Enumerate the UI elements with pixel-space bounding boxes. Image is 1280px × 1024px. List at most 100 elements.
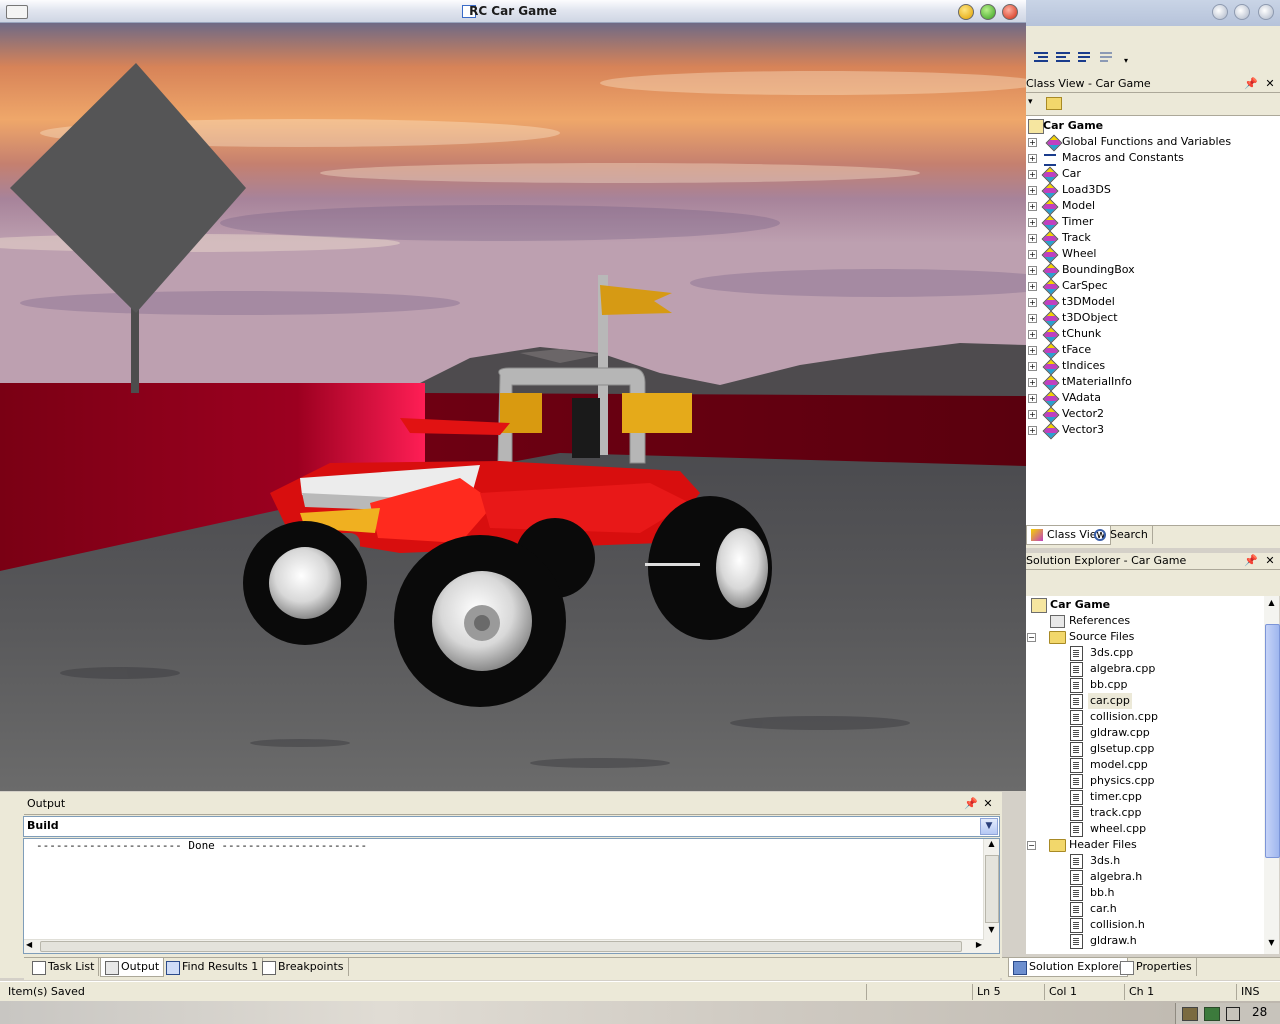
output-hscroll[interactable]: ◀ ▶ — [24, 939, 984, 953]
taskbar: 28 — [0, 1001, 1280, 1024]
class-icon — [1041, 166, 1059, 184]
clock[interactable]: 28 — [1252, 1005, 1267, 1019]
breakpoints-icon — [262, 961, 276, 975]
status-message: Item(s) Saved — [8, 985, 85, 998]
maximize-icon[interactable] — [1234, 4, 1250, 20]
class-icon — [1042, 310, 1060, 328]
chevron-down-icon[interactable]: ▼ — [980, 818, 998, 835]
expand-icon[interactable]: + — [1028, 282, 1037, 291]
references-label: References — [1069, 614, 1131, 627]
outdent-icon[interactable] — [1056, 50, 1072, 64]
expand-icon[interactable]: + — [1028, 154, 1037, 163]
expand-icon[interactable]: + — [1028, 394, 1037, 403]
expand-icon[interactable]: + — [1028, 138, 1037, 147]
scroll-up-icon[interactable]: ▲ — [1265, 598, 1278, 612]
file-label: glsetup.cpp — [1090, 742, 1155, 755]
expand-icon[interactable]: + — [1028, 346, 1037, 355]
output-source-select[interactable]: Build ▼ — [23, 816, 1000, 837]
class-view-item-label: tFace — [1062, 343, 1092, 356]
expand-icon[interactable]: + — [1028, 186, 1037, 195]
file-icon — [1070, 646, 1083, 661]
status-empty-cell — [866, 984, 971, 1000]
uncomment-icon[interactable] — [1100, 50, 1116, 64]
scroll-down-icon[interactable]: ▼ — [1265, 938, 1278, 952]
file-icon — [1070, 934, 1083, 949]
solution-explorer-tree: Car Game References − Source Files 3ds.c… — [1026, 596, 1264, 954]
expand-icon[interactable]: + — [1028, 330, 1037, 339]
volume-icon[interactable] — [1226, 1007, 1240, 1021]
game-window-titlebar: RC Car Game — [0, 0, 1026, 23]
solution-root-label: Car Game — [1050, 598, 1111, 611]
comment-icon[interactable] — [1078, 50, 1094, 64]
expand-icon[interactable]: + — [1028, 426, 1037, 435]
solution-explorer-title: Solution Explorer - Car Game — [1026, 554, 1187, 567]
tab-breakpoints[interactable]: Breakpoints — [258, 958, 349, 976]
class-view-item-label: Car — [1062, 167, 1081, 180]
tab-properties[interactable]: Properties — [1116, 958, 1197, 976]
tab-find-results[interactable]: Find Results 1 — [162, 958, 264, 976]
output-title: Output — [27, 797, 66, 810]
class-view-item-label: CarSpec — [1062, 279, 1108, 292]
scroll-right-icon[interactable]: ▶ — [976, 940, 982, 949]
maximize-icon[interactable] — [980, 4, 996, 20]
output-text-area[interactable]: ---------------------- Done ------------… — [23, 838, 1000, 954]
expand-icon[interactable]: + — [1028, 410, 1037, 419]
globals-icon — [1045, 134, 1063, 152]
minimize-icon[interactable] — [958, 4, 974, 20]
tab-solution-explorer[interactable]: Solution Explorer — [1008, 958, 1129, 977]
game-window-title: RC Car Game — [469, 4, 557, 18]
expand-icon[interactable]: + — [1028, 202, 1037, 211]
expand-icon[interactable]: + — [1028, 250, 1037, 259]
collapse-icon[interactable]: − — [1027, 841, 1036, 850]
class-icon — [1041, 230, 1059, 248]
minimize-icon[interactable] — [1212, 4, 1228, 20]
close-icon[interactable] — [1002, 4, 1018, 20]
expand-icon[interactable]: + — [1028, 362, 1037, 371]
file-label: gldraw.h — [1090, 934, 1137, 947]
expand-icon[interactable]: + — [1028, 266, 1037, 275]
solution-explorer-scrollbar[interactable]: ▲ ▼ — [1264, 596, 1280, 954]
tab-search[interactable]: Search — [1090, 526, 1153, 544]
output-vscroll[interactable]: ▲ ▼ — [983, 839, 999, 953]
file-icon — [1070, 854, 1083, 869]
class-icon — [1042, 374, 1060, 392]
scroll-thumb[interactable] — [985, 855, 999, 923]
checkbox-icon — [32, 961, 46, 975]
network-icon[interactable] — [1204, 1007, 1220, 1021]
tab-task-list[interactable]: Task List — [28, 958, 100, 976]
tab-label: Search — [1110, 528, 1148, 541]
expand-icon[interactable]: + — [1028, 218, 1037, 227]
pin-icon[interactable]: 📌 — [964, 797, 978, 811]
close-icon[interactable]: ✕ — [1264, 554, 1276, 568]
close-icon[interactable]: ✕ — [1264, 77, 1276, 91]
scroll-thumb[interactable] — [40, 941, 962, 952]
expand-icon[interactable]: + — [1028, 378, 1037, 387]
file-label: wheel.cpp — [1090, 822, 1147, 835]
indent-icon[interactable] — [1034, 50, 1050, 64]
tray-app-icon[interactable] — [1182, 1007, 1198, 1021]
sort-dropdown-icon[interactable]: ▾ — [1028, 97, 1033, 107]
expand-icon[interactable]: + — [1028, 170, 1037, 179]
expand-icon[interactable]: + — [1028, 234, 1037, 243]
file-icon — [1070, 822, 1083, 837]
expand-icon[interactable]: + — [1028, 314, 1037, 323]
scroll-up-icon[interactable]: ▲ — [984, 839, 999, 853]
file-label: 3ds.cpp — [1090, 646, 1134, 659]
system-tray: 28 — [1175, 1003, 1280, 1024]
expand-icon[interactable]: + — [1028, 298, 1037, 307]
scroll-down-icon[interactable]: ▼ — [984, 925, 999, 939]
tab-output[interactable]: Output — [100, 958, 165, 977]
scroll-thumb[interactable] — [1265, 624, 1280, 858]
close-icon[interactable] — [1258, 4, 1274, 20]
new-folder-icon[interactable] — [1046, 97, 1062, 110]
folder-label: Header Files — [1069, 838, 1137, 851]
toolbar-overflow-icon[interactable]: ▾ — [1124, 56, 1128, 65]
close-icon[interactable]: ✕ — [982, 797, 994, 811]
scroll-left-icon[interactable]: ◀ — [26, 940, 32, 949]
class-icon — [1041, 246, 1059, 264]
game-viewport[interactable] — [0, 23, 1026, 791]
pin-icon[interactable]: 📌 — [1244, 77, 1258, 91]
class-icon — [1042, 390, 1060, 408]
pin-icon[interactable]: 📌 — [1244, 554, 1258, 568]
collapse-icon[interactable]: − — [1027, 633, 1036, 642]
